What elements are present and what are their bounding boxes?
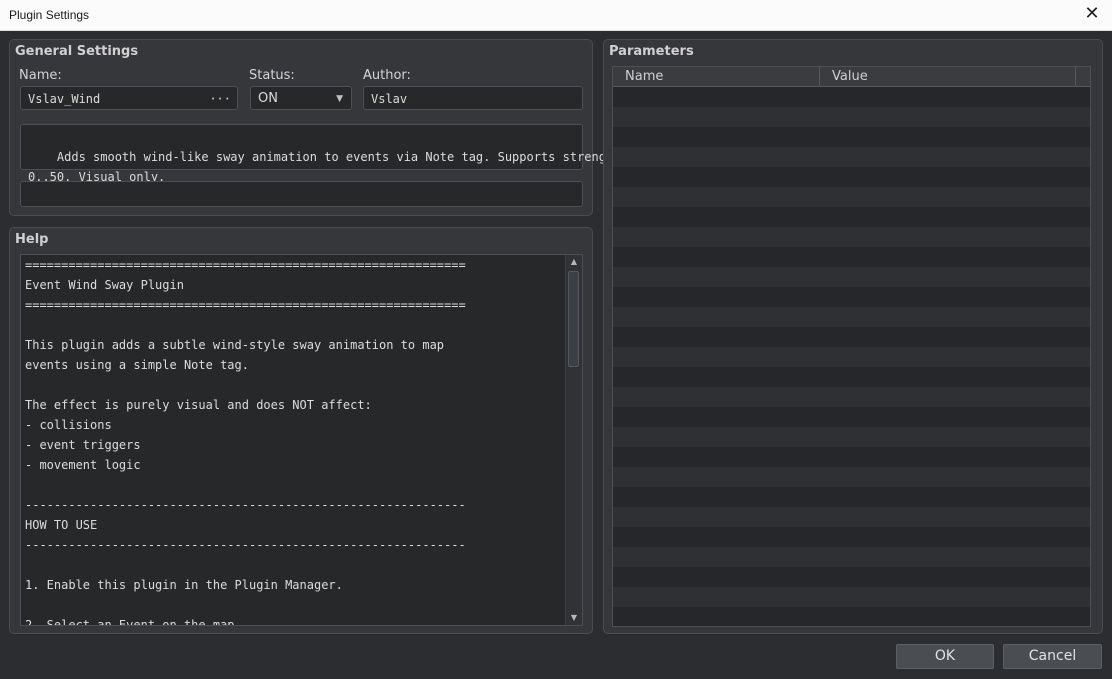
help-group: Help ===================================… [9, 227, 593, 634]
name-label: Name: [19, 68, 62, 83]
table-header: Name Value [613, 67, 1090, 87]
table-row [613, 187, 1090, 207]
table-row [613, 567, 1090, 587]
table-row [613, 87, 1090, 107]
table-row [613, 347, 1090, 367]
table-row [613, 307, 1090, 327]
help-scrollbar[interactable]: ▲ ▼ [565, 255, 582, 625]
author-label: Author: [363, 68, 411, 83]
general-settings-group: General Settings Name: Vslav_Wind ··· St… [9, 39, 620, 216]
table-row [613, 327, 1090, 347]
parameters-table[interactable]: Name Value [612, 66, 1091, 627]
table-row [613, 607, 1090, 626]
table-row [613, 427, 1090, 447]
scroll-down-icon[interactable]: ▼ [566, 611, 582, 625]
table-row [613, 367, 1090, 387]
parameters-title: Parameters [609, 44, 694, 59]
description-value: Adds smooth wind-like sway animation to … [28, 150, 621, 184]
table-row [613, 467, 1090, 487]
general-settings-title: General Settings [15, 44, 139, 59]
status-value: ON [258, 91, 278, 106]
status-select[interactable]: ON ▼ [250, 86, 352, 110]
scroll-up-icon[interactable]: ▲ [566, 255, 582, 269]
ok-button[interactable]: OK [896, 644, 994, 669]
chevron-down-icon: ▼ [336, 94, 343, 104]
parameters-group: Parameters Name Value [603, 39, 1103, 634]
close-icon[interactable]: ✕ [1082, 4, 1102, 24]
table-row [613, 527, 1090, 547]
status-label: Status: [249, 68, 295, 83]
table-row [613, 247, 1090, 267]
column-header-name[interactable]: Name [613, 67, 820, 86]
table-row [613, 207, 1090, 227]
help-text-area[interactable]: ========================================… [20, 254, 583, 626]
table-row [613, 147, 1090, 167]
name-value: Vslav_Wind [28, 92, 101, 106]
table-row [613, 507, 1090, 527]
table-row [613, 587, 1090, 607]
table-row [613, 487, 1090, 507]
author-value: Vslav [371, 92, 408, 106]
title-bar: Plugin Settings ✕ [0, 0, 1112, 31]
table-row [613, 267, 1090, 287]
table-row [613, 547, 1090, 567]
window-title: Plugin Settings [9, 8, 90, 22]
table-row [613, 287, 1090, 307]
column-header-value[interactable]: Value [820, 67, 1076, 86]
extra-field[interactable] [20, 181, 583, 207]
help-title: Help [15, 232, 49, 247]
description-field[interactable]: Adds smooth wind-like sway animation to … [20, 124, 620, 184]
table-row [613, 127, 1090, 147]
table-row [613, 227, 1090, 247]
table-row [613, 387, 1090, 407]
help-text: ========================================… [25, 258, 466, 626]
table-row [613, 107, 1090, 127]
name-field[interactable]: Vslav_Wind ··· [20, 86, 238, 110]
table-row [613, 407, 1090, 427]
table-row [613, 167, 1090, 187]
scroll-thumb[interactable] [568, 271, 579, 367]
table-row [613, 447, 1090, 467]
author-field[interactable]: Vslav [363, 86, 583, 110]
browse-icon[interactable]: ··· [209, 87, 231, 111]
cancel-button[interactable]: Cancel [1003, 644, 1102, 669]
